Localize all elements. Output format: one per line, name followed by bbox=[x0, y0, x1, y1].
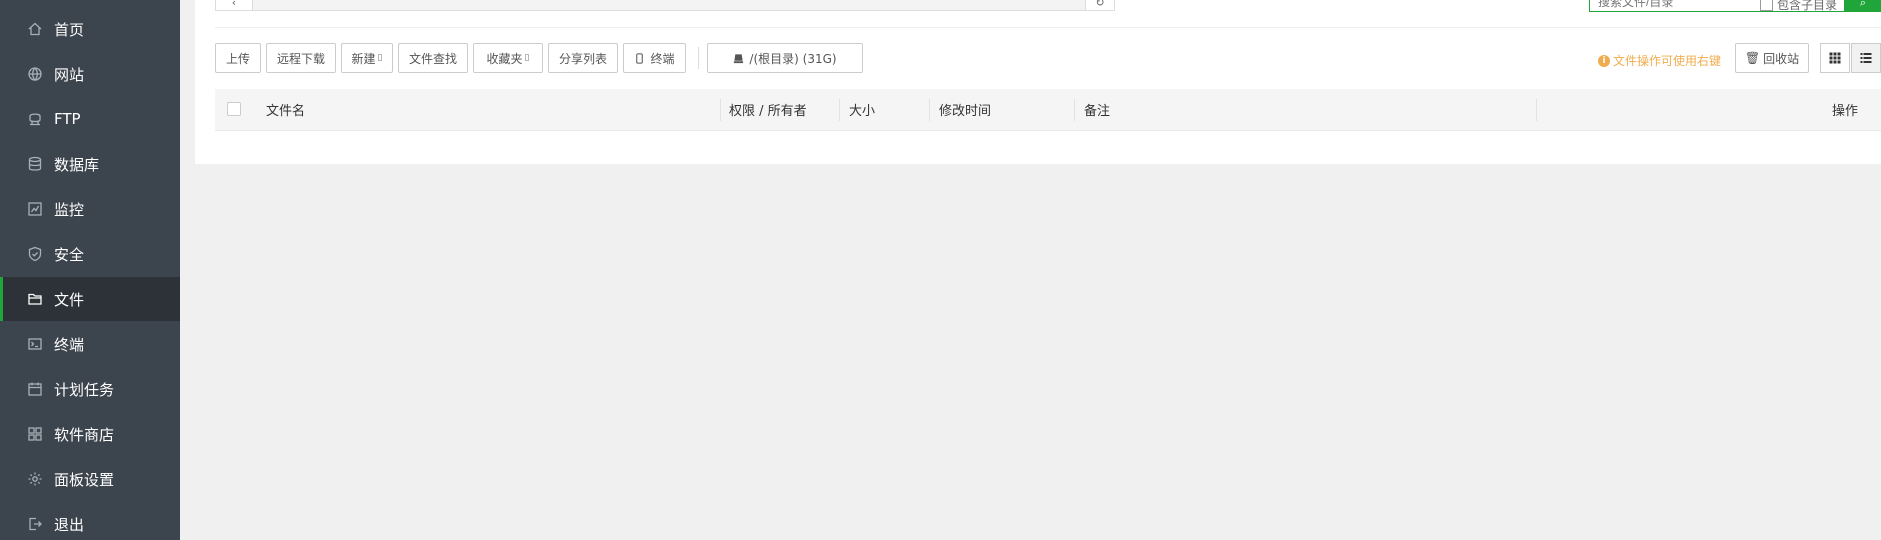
sidebar-item-websites[interactable]: 网站 bbox=[0, 52, 180, 96]
recycle-bin-label: 回收站 bbox=[1763, 51, 1800, 66]
logout-icon bbox=[27, 516, 43, 532]
caret-icon: ▯ bbox=[377, 53, 383, 63]
favorites-label: 收藏夹 bbox=[486, 51, 523, 66]
path-bar[interactable]: ‹ bbox=[215, 0, 1115, 11]
file-manager-panel: ‹ ↻ 包含子目录 ⌕ 上传 远程下载 新建▯ 文件查找 收藏夹▯ 分享列表 终… bbox=[195, 0, 1881, 164]
column-divider bbox=[839, 99, 840, 121]
sidebar-item-monitor[interactable]: 监控 bbox=[0, 187, 180, 231]
column-header-permissions[interactable]: 权限 / 所有者 bbox=[729, 89, 807, 130]
sidebar-item-label: 终端 bbox=[54, 335, 85, 354]
sidebar-item-label: 网站 bbox=[54, 65, 85, 84]
terminal-icon bbox=[27, 336, 43, 352]
folder-icon bbox=[27, 291, 43, 307]
sidebar-item-cron[interactable]: 计划任务 bbox=[0, 367, 180, 411]
column-divider bbox=[1536, 99, 1537, 121]
sidebar-item-label: 安全 bbox=[54, 245, 85, 264]
calendar-icon bbox=[27, 381, 43, 397]
shield-icon bbox=[27, 246, 43, 262]
database-icon bbox=[27, 156, 43, 172]
upload-button[interactable]: 上传 bbox=[215, 43, 261, 73]
file-table-header: 文件名 权限 / 所有者 大小 修改时间 备注 操作 bbox=[215, 89, 1881, 131]
back-button[interactable]: ‹ bbox=[216, 0, 253, 10]
column-header-remarks[interactable]: 备注 bbox=[1084, 89, 1110, 130]
search-button[interactable]: ⌕ bbox=[1845, 0, 1881, 12]
upload-label: 上传 bbox=[225, 51, 250, 66]
share-list-label: 分享列表 bbox=[558, 51, 607, 66]
sidebar-item-label: 首页 bbox=[54, 20, 85, 39]
sidebar-item-label: FTP bbox=[54, 110, 81, 128]
recycle-bin-button[interactable]: 🗑︎ 回收站 bbox=[1735, 43, 1809, 73]
include-subdir-label: 包含子目录 bbox=[1777, 0, 1838, 12]
toolbar-separator bbox=[698, 47, 699, 69]
hint-text: 文件操作可使用右键 bbox=[1613, 54, 1722, 68]
column-header-filename[interactable]: 文件名 bbox=[266, 89, 305, 130]
column-header-modified-time[interactable]: 修改时间 bbox=[939, 89, 991, 130]
sidebar-item-label: 文件 bbox=[54, 290, 85, 309]
terminal-label: 终端 bbox=[650, 51, 675, 66]
phone-icon bbox=[636, 52, 644, 64]
terminal-button[interactable]: 终端 bbox=[623, 43, 686, 73]
grid-icon bbox=[1829, 52, 1841, 64]
right-click-hint: i 文件操作可使用右键 bbox=[1598, 52, 1721, 69]
search-input[interactable] bbox=[1590, 0, 1756, 9]
sidebar-item-label: 软件商店 bbox=[54, 425, 115, 444]
remote-download-label: 远程下载 bbox=[276, 51, 325, 66]
column-divider bbox=[720, 99, 721, 121]
select-all-checkbox[interactable] bbox=[227, 102, 241, 116]
root-directory-button[interactable]: /(根目录) (31G) bbox=[707, 43, 863, 73]
sidebar-item-logout[interactable]: 退出 bbox=[0, 502, 180, 540]
home-icon bbox=[27, 21, 43, 37]
sidebar-item-label: 退出 bbox=[54, 515, 85, 534]
column-divider bbox=[929, 99, 930, 121]
column-divider bbox=[1074, 99, 1075, 121]
divider bbox=[215, 27, 1881, 28]
file-search-box: 包含子目录 bbox=[1589, 0, 1845, 12]
column-header-size[interactable]: 大小 bbox=[849, 89, 875, 130]
gear-icon bbox=[27, 471, 43, 487]
column-header-actions: 操作 bbox=[1832, 104, 1859, 119]
trash-icon: 🗑︎ bbox=[1744, 51, 1761, 65]
sidebar-item-security[interactable]: 安全 bbox=[0, 232, 180, 276]
monitor-icon bbox=[27, 201, 43, 217]
include-subdir-checkbox[interactable]: 包含子目录 bbox=[1760, 0, 1837, 13]
remote-download-button[interactable]: 远程下载 bbox=[266, 43, 336, 73]
ftp-icon bbox=[27, 111, 43, 127]
sidebar-item-label: 面板设置 bbox=[54, 470, 115, 489]
file-search-button[interactable]: 文件查找 bbox=[398, 43, 468, 73]
list-view-button[interactable] bbox=[1851, 43, 1881, 73]
chevron-left-icon: ‹ bbox=[231, 0, 237, 9]
favorites-dropdown-button[interactable]: 收藏夹 ▯ bbox=[473, 43, 543, 73]
grid-view-button[interactable] bbox=[1820, 43, 1850, 73]
sidebar-item-ftp[interactable]: FTP bbox=[0, 97, 180, 141]
sidebar-item-label: 计划任务 bbox=[54, 380, 115, 399]
sidebar: 首页 网站 FTP 数据库 监控 安全 文件 终端 计划任务 软件商店 面板设置 bbox=[0, 0, 180, 540]
sidebar-item-home[interactable]: 首页 bbox=[0, 7, 180, 51]
file-search-label: 文件查找 bbox=[408, 51, 457, 66]
refresh-icon: ↻ bbox=[1095, 0, 1105, 9]
caret-icon: ▯ bbox=[524, 53, 530, 63]
search-icon: ⌕ bbox=[1859, 0, 1867, 9]
sidebar-item-files[interactable]: 文件 bbox=[0, 277, 180, 321]
sidebar-item-app-store[interactable]: 软件商店 bbox=[0, 412, 180, 456]
sidebar-item-settings[interactable]: 面板设置 bbox=[0, 457, 180, 501]
globe-icon bbox=[27, 66, 43, 82]
share-list-button[interactable]: 分享列表 bbox=[548, 43, 618, 73]
new-dropdown-button[interactable]: 新建 ▯ bbox=[341, 43, 393, 73]
sidebar-item-database[interactable]: 数据库 bbox=[0, 142, 180, 186]
new-label: 新建 bbox=[351, 51, 376, 66]
sidebar-item-label: 监控 bbox=[54, 200, 85, 219]
list-icon bbox=[1860, 53, 1872, 63]
info-icon: i bbox=[1598, 54, 1610, 67]
root-directory-label: /(根目录) (31G) bbox=[749, 51, 837, 66]
sidebar-item-label: 数据库 bbox=[54, 155, 100, 174]
refresh-button[interactable]: ↻ bbox=[1085, 0, 1115, 11]
checkbox-box bbox=[1760, 0, 1773, 11]
disk-icon bbox=[734, 53, 744, 63]
sidebar-item-terminal[interactable]: 终端 bbox=[0, 322, 180, 366]
apps-icon bbox=[27, 426, 43, 442]
